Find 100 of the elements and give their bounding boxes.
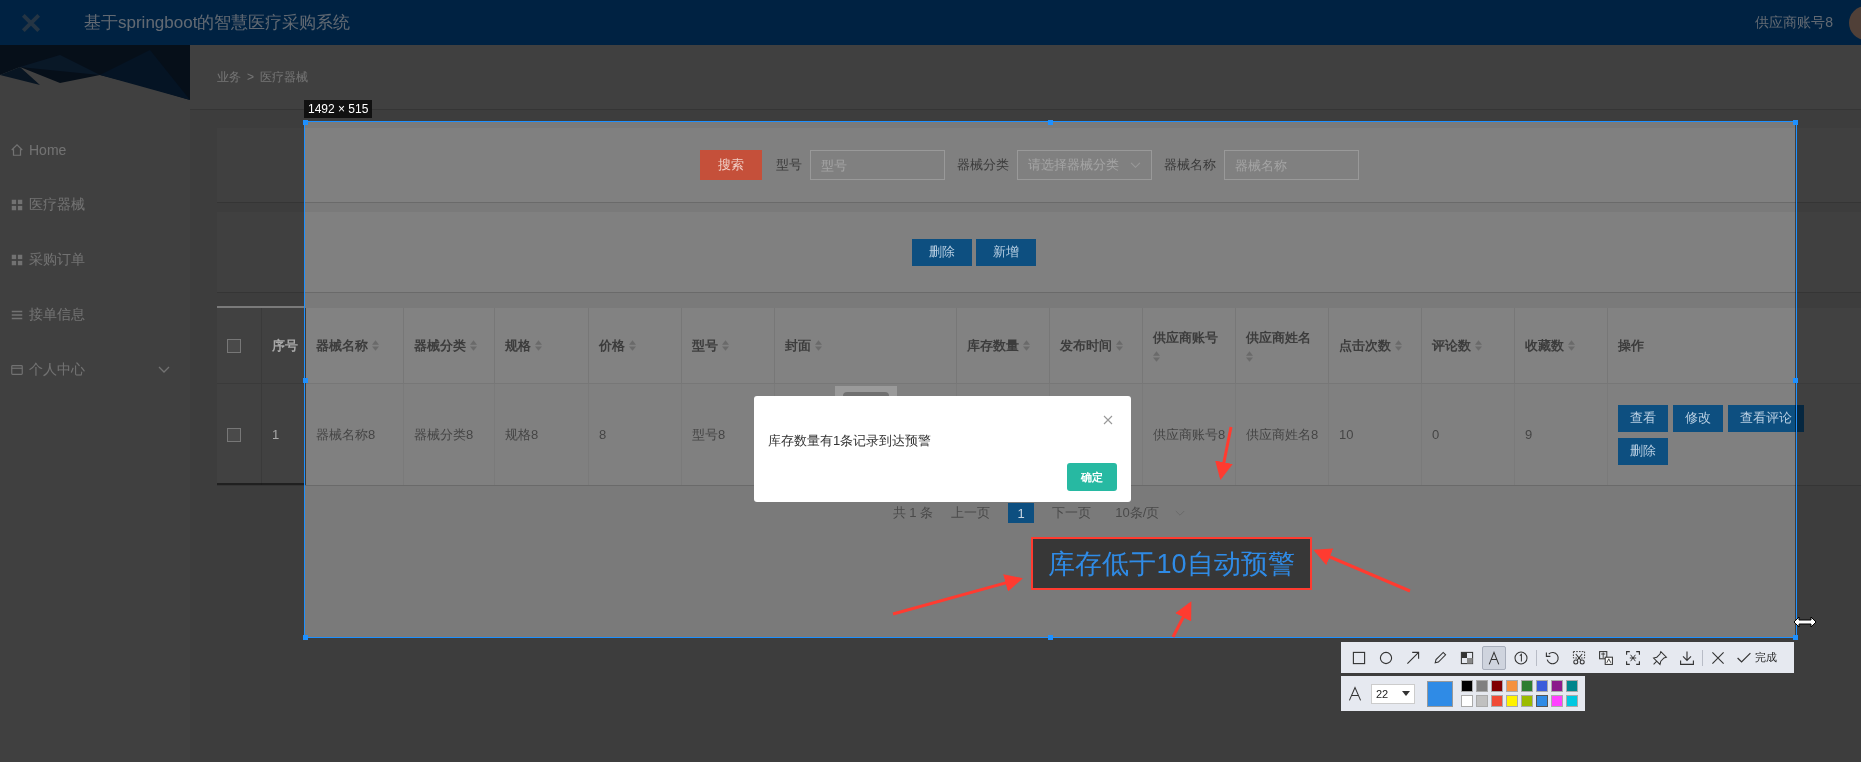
sort-icon[interactable] bbox=[1395, 340, 1402, 351]
color-swatch[interactable] bbox=[1476, 695, 1488, 707]
user-name[interactable]: 供应商账号8 bbox=[1755, 13, 1833, 32]
resize-handle[interactable] bbox=[1793, 635, 1798, 640]
header-label: 价格 bbox=[599, 336, 625, 355]
sort-icon[interactable] bbox=[470, 340, 477, 351]
table-cell: 0 bbox=[1432, 427, 1440, 442]
header-label: 供应商账号 bbox=[1153, 329, 1218, 347]
sort-icon[interactable] bbox=[722, 340, 729, 351]
resize-handle[interactable] bbox=[1793, 377, 1798, 383]
table-cell: 器械分类8 bbox=[414, 425, 474, 444]
header-label: 库存数量 bbox=[967, 336, 1019, 355]
color-swatch[interactable] bbox=[1521, 680, 1533, 692]
sort-icon[interactable] bbox=[372, 340, 379, 351]
chevron-down-icon bbox=[158, 365, 170, 374]
action-button[interactable]: 新增 bbox=[976, 238, 1036, 266]
column-header[interactable]: 点击次数 bbox=[1329, 308, 1422, 384]
table-cell: 器械名称8 bbox=[316, 425, 376, 444]
resize-handle[interactable] bbox=[303, 120, 308, 125]
header-label: 供应商姓名 bbox=[1246, 329, 1311, 347]
row-action-button[interactable]: 删除 bbox=[1618, 437, 1668, 465]
color-swatch[interactable] bbox=[1566, 680, 1578, 692]
resize-handle[interactable] bbox=[1048, 120, 1053, 125]
sort-icon[interactable] bbox=[1153, 351, 1160, 362]
checkbox[interactable] bbox=[227, 427, 241, 442]
column-header[interactable]: 序号 bbox=[262, 308, 306, 384]
header-label: 评论数 bbox=[1432, 336, 1471, 355]
table-cell: 10 bbox=[1339, 427, 1354, 442]
color-swatch[interactable] bbox=[1551, 695, 1563, 707]
resize-handle[interactable] bbox=[303, 377, 308, 383]
color-swatch[interactable] bbox=[1491, 695, 1503, 707]
color-swatch[interactable] bbox=[1506, 695, 1518, 707]
color-swatch[interactable] bbox=[1551, 680, 1563, 692]
annotation-text: 库存低于10自动预警 bbox=[1048, 547, 1295, 581]
color-swatch[interactable] bbox=[1536, 695, 1548, 707]
dialog-message: 库存数量有1条记录到达预警 bbox=[768, 432, 932, 450]
column-header[interactable]: 供应商姓名 bbox=[1236, 308, 1329, 384]
sort-icon[interactable] bbox=[1475, 340, 1482, 351]
table-cell: 供应商账号8 bbox=[1153, 425, 1226, 444]
table-cell: 1 bbox=[272, 427, 280, 442]
column-header[interactable]: 价格 bbox=[589, 308, 682, 384]
column-header[interactable]: 规格 bbox=[495, 308, 589, 384]
confirm-button[interactable]: 确定 bbox=[1067, 463, 1117, 491]
color-swatch[interactable] bbox=[1461, 695, 1473, 707]
column-header[interactable]: 封面 bbox=[775, 308, 957, 384]
sort-icon[interactable] bbox=[1116, 340, 1123, 351]
column-header[interactable]: 发布时间 bbox=[1050, 308, 1143, 384]
current-color-swatch[interactable] bbox=[1427, 680, 1453, 707]
color-swatch[interactable] bbox=[1461, 680, 1473, 692]
column-header[interactable]: 评论数 bbox=[1422, 308, 1515, 384]
column-header[interactable]: 器械分类 bbox=[404, 308, 495, 384]
sort-icon[interactable] bbox=[1246, 351, 1253, 362]
column-header[interactable]: 收藏数 bbox=[1515, 308, 1608, 384]
resize-handle[interactable] bbox=[1793, 120, 1798, 125]
checker-icon bbox=[1459, 649, 1475, 666]
page-number[interactable]: 1 bbox=[1008, 503, 1035, 523]
done-tool[interactable]: 完成 bbox=[1733, 645, 1780, 670]
resize-handle[interactable] bbox=[1048, 635, 1053, 640]
color-swatch[interactable] bbox=[1521, 695, 1533, 707]
row-action-button[interactable]: 查看 bbox=[1618, 404, 1668, 432]
color-swatch[interactable] bbox=[1506, 680, 1518, 692]
header-label: 发布时间 bbox=[1060, 336, 1112, 355]
field-label: 器械分类 bbox=[956, 156, 1009, 174]
row-action-button[interactable]: 修改 bbox=[1673, 404, 1723, 432]
text-tool[interactable] bbox=[1482, 645, 1506, 670]
search-button[interactable]: 搜索 bbox=[699, 150, 762, 180]
color-swatch[interactable] bbox=[1476, 680, 1488, 692]
action-button[interactable]: 删除 bbox=[912, 238, 972, 266]
sort-icon[interactable] bbox=[629, 340, 636, 351]
row-action-button[interactable]: 查看评论 bbox=[1728, 404, 1804, 432]
home-icon bbox=[10, 142, 24, 157]
table-cell: 8 bbox=[599, 427, 607, 442]
color-swatch[interactable] bbox=[1491, 680, 1503, 692]
selection-frame[interactable] bbox=[304, 121, 1797, 638]
sort-icon[interactable] bbox=[1023, 340, 1030, 351]
color-swatch[interactable] bbox=[1536, 680, 1548, 692]
sort-icon[interactable] bbox=[815, 340, 822, 351]
close-icon[interactable] bbox=[20, 11, 42, 34]
column-header[interactable]: 型号 bbox=[682, 308, 775, 384]
annotation-arrow[interactable] bbox=[1313, 548, 1411, 593]
column-header[interactable]: 供应商账号 bbox=[1143, 308, 1236, 384]
header-label: 型号 bbox=[692, 336, 718, 355]
color-swatch[interactable] bbox=[1566, 695, 1578, 707]
annotation-box[interactable]: 库存低于10自动预警 bbox=[1031, 537, 1312, 590]
header-label: 收藏数 bbox=[1525, 336, 1564, 355]
resize-handle[interactable] bbox=[303, 635, 308, 640]
close-icon[interactable] bbox=[1103, 415, 1113, 425]
numbered-circle-icon bbox=[1513, 649, 1529, 666]
sort-icon[interactable] bbox=[1568, 340, 1575, 351]
column-header[interactable]: 器械名称 bbox=[306, 308, 404, 384]
download-icon bbox=[1679, 649, 1695, 666]
header-label: 点击次数 bbox=[1339, 336, 1391, 355]
annotation-arrow[interactable] bbox=[892, 574, 1023, 616]
arrow-icon bbox=[1405, 649, 1421, 666]
column-header[interactable]: 库存数量 bbox=[957, 308, 1050, 384]
font-size-select[interactable]: 22 bbox=[1371, 683, 1415, 704]
sort-icon[interactable] bbox=[535, 340, 542, 351]
checkbox[interactable] bbox=[227, 338, 241, 353]
annotation-arrow[interactable] bbox=[1171, 601, 1192, 638]
app-title: 基于springboot的智慧医疗采购系统 bbox=[84, 12, 351, 34]
